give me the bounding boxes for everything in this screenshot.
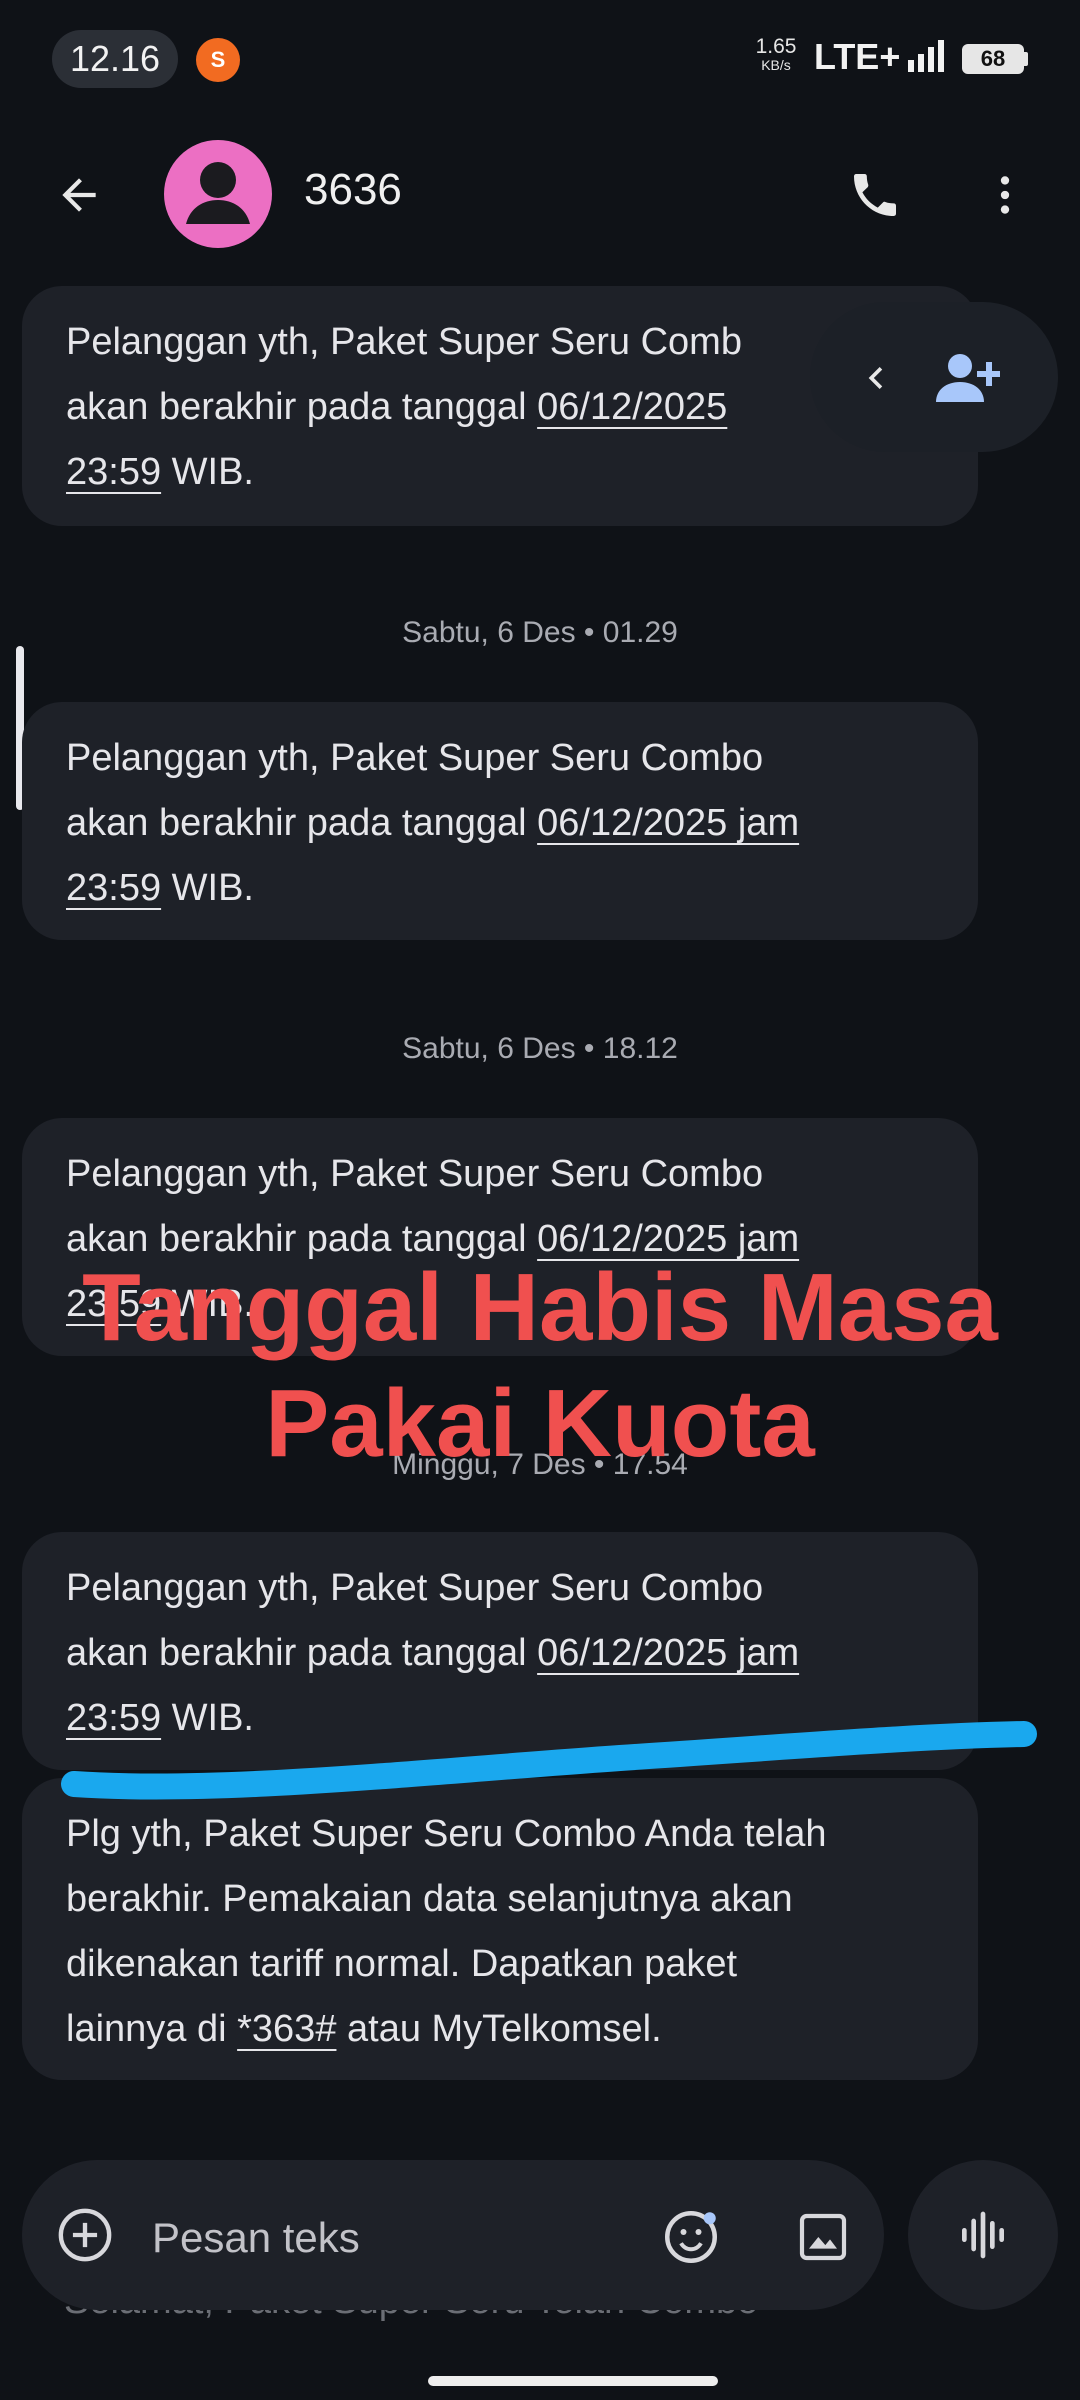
message-text: akan berakhir pada tanggal <box>66 386 538 428</box>
message-line: dikenakan tariff normal. Dapatkan paket <box>66 1943 738 1985</box>
voice-message-button[interactable] <box>908 2160 1058 2310</box>
battery-tip <box>1024 52 1028 66</box>
gallery-button[interactable] <box>790 2204 856 2270</box>
highlight-stroke <box>61 1721 1037 1800</box>
message-bubble[interactable]: Pelanggan yth, Paket Super Seru Combo ak… <box>22 702 978 940</box>
message-line: Pelanggan yth, Paket Super Seru Combo <box>66 1567 764 1609</box>
date-link[interactable]: 06/12/2025 jam <box>537 1632 799 1674</box>
contact-name[interactable]: 3636 <box>304 165 402 215</box>
message-line: akan berakhir pada tanggal 06/12/2025 <box>66 375 938 440</box>
emoji-icon <box>665 2211 717 2263</box>
collapse-button[interactable] <box>848 350 904 406</box>
annotation-line: Pakai Kuota <box>265 1370 815 1477</box>
annotation-line: Tanggal Habis Masa <box>82 1254 998 1361</box>
time-link[interactable]: 23:59 <box>66 867 161 909</box>
message-line: Pelanggan yth, Paket Super Seru Combo <box>66 1153 764 1195</box>
message-line: lainnya di *363# atau MyTelkomsel. <box>66 1997 938 2062</box>
date-separator: Sabtu, 6 Des • 18.12 <box>402 1032 678 1065</box>
network-speed: 1.65 KB/s <box>752 35 800 74</box>
more-vert-icon <box>1000 176 1010 214</box>
date-link[interactable]: 06/12/2025 jam <box>537 802 799 844</box>
emoji-button[interactable] <box>658 2204 724 2270</box>
ussd-link[interactable]: *363# <box>237 2008 336 2050</box>
message-line: 23:59 WIB. <box>66 856 938 921</box>
date-separator: Sabtu, 6 Des • 01.29 <box>402 616 678 649</box>
network-speed-unit: KB/s <box>761 57 791 73</box>
annotation-overlay: Tanggal Habis Masa Pakai Kuota <box>0 1250 1080 1482</box>
more-options-button[interactable] <box>970 160 1040 230</box>
message-line: 23:59 WIB. <box>66 440 938 505</box>
phone-icon <box>854 174 896 216</box>
person-icon <box>186 162 250 224</box>
signal-icon <box>908 40 944 72</box>
message-text: WIB. <box>161 451 254 493</box>
home-indicator[interactable] <box>428 2376 718 2386</box>
message-line: akan berakhir pada tanggal 06/12/2025 ja… <box>66 1621 938 1686</box>
back-button[interactable] <box>44 160 114 230</box>
message-line: berakhir. Pemakaian data selanjutnya aka… <box>66 1878 793 1920</box>
message-line: Plg yth, Paket Super Seru Combo Anda tel… <box>66 1813 827 1855</box>
image-icon <box>799 2213 847 2261</box>
battery-icon: 68 <box>962 44 1024 74</box>
status-time: 12.16 <box>52 30 178 88</box>
message-text: atau MyTelkomsel. <box>336 2008 662 2050</box>
call-button[interactable] <box>840 160 910 230</box>
message-text: akan berakhir pada tanggal <box>66 1632 538 1674</box>
message-line: akan berakhir pada tanggal 06/12/2025 ja… <box>66 791 938 856</box>
message-text: akan berakhir pada tanggal <box>66 802 538 844</box>
message-bubble[interactable]: Plg yth, Paket Super Seru Combo Anda tel… <box>22 1778 978 2080</box>
add-circle-icon <box>58 2208 112 2262</box>
chevron-left-icon <box>868 367 883 389</box>
arrow-back-icon <box>62 178 96 212</box>
message-line: Pelanggan yth, Paket Super Seru Combo <box>66 737 764 779</box>
add-contact-button[interactable] <box>934 348 1002 408</box>
network-type: LTE+ <box>814 36 901 77</box>
time-link[interactable]: 23:59 <box>66 451 161 493</box>
message-input[interactable] <box>150 2212 624 2264</box>
contact-avatar[interactable] <box>164 140 272 248</box>
network-speed-value: 1.65 <box>755 35 797 58</box>
date-link[interactable]: 06/12/2025 <box>537 386 727 428</box>
message-text: WIB. <box>161 867 254 909</box>
message-line: Pelanggan yth, Paket Super Seru Comb <box>66 321 742 363</box>
person-add-icon <box>936 354 1000 402</box>
shopee-notification-icon: S <box>196 38 240 82</box>
waveform-icon <box>962 2211 1004 2259</box>
add-attachment-button[interactable] <box>56 2206 114 2264</box>
message-text: lainnya di <box>66 2008 238 2050</box>
